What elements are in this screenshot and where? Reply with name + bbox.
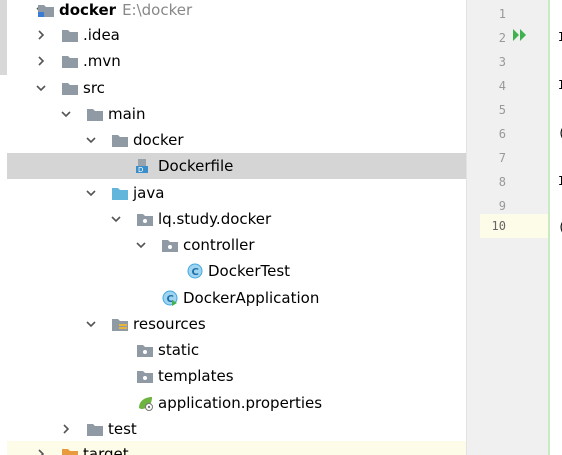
tree-item-dockertest[interactable]: C DockerTest — [7, 258, 466, 284]
tree-item-templates[interactable]: templates — [7, 363, 466, 389]
tree-item-label: src — [83, 79, 105, 97]
tree-item-static[interactable]: static — [7, 337, 466, 363]
tree-item-label: Dockerfile — [158, 157, 234, 175]
spring-properties-icon — [136, 395, 154, 411]
java-class-icon: C — [186, 263, 204, 279]
folder-icon — [61, 80, 79, 96]
folder-icon — [86, 106, 104, 122]
panel-splitter[interactable] — [466, 0, 480, 455]
chevron-down-icon[interactable] — [85, 187, 97, 199]
tree-item-src[interactable]: src — [7, 75, 466, 101]
tree-item-label: resources — [133, 315, 206, 333]
tree-item-dockerfile[interactable]: D Dockerfile — [7, 153, 466, 179]
tree-root-path: E:\docker — [122, 1, 193, 19]
chevron-down-icon[interactable] — [110, 213, 122, 225]
tree-item-test[interactable]: test — [7, 416, 466, 442]
code-fragment: ( — [558, 126, 562, 140]
folder-icon — [61, 53, 79, 69]
tree-item-label: main — [108, 105, 146, 123]
chevron-down-icon[interactable] — [60, 108, 72, 120]
tree-item-label: target — [83, 445, 129, 455]
code-fragment: I — [558, 174, 562, 188]
tree-item-idea[interactable]: .idea — [7, 22, 466, 48]
folder-icon — [111, 132, 129, 148]
chevron-down-icon[interactable] — [85, 134, 97, 146]
tree-item-label: docker — [133, 131, 184, 149]
line-number: 9 — [498, 199, 506, 213]
chevron-down-icon[interactable] — [85, 318, 97, 330]
tree-item-label: lq.study.docker — [158, 210, 272, 228]
tree-item-application-properties[interactable]: application.properties — [7, 390, 466, 416]
package-icon — [161, 237, 179, 253]
tree-item-dockerapplication[interactable]: C DockerApplication — [7, 285, 466, 311]
excluded-folder-icon — [61, 446, 79, 455]
tree-item-controller[interactable]: controller — [7, 232, 466, 258]
folder-icon — [61, 27, 79, 43]
chevron-right-icon[interactable] — [60, 423, 72, 435]
spring-boot-class-icon: C — [161, 290, 179, 306]
module-folder-icon — [37, 2, 55, 18]
line-number: 3 — [498, 55, 506, 69]
line-number: 7 — [498, 151, 506, 165]
package-icon — [136, 211, 154, 227]
code-fragment: I — [558, 30, 562, 44]
tree-item-label: application.properties — [158, 394, 323, 412]
chevron-right-icon[interactable] — [35, 55, 47, 67]
tree-item-label: templates — [158, 367, 234, 385]
tree-item-target[interactable]: target — [7, 441, 466, 455]
code-fragment: I — [558, 78, 562, 92]
dockerfile-icon: D — [135, 158, 153, 174]
line-number: 2 — [498, 31, 506, 45]
run-icon[interactable] — [512, 28, 528, 46]
tree-item-docker-folder[interactable]: docker — [7, 127, 466, 153]
resources-folder-icon — [111, 316, 129, 332]
tree-item-label: .mvn — [83, 52, 121, 70]
chevron-right-icon[interactable] — [35, 448, 47, 455]
folder-icon — [136, 368, 154, 384]
line-number-current: 10 — [491, 219, 506, 233]
line-number: 8 — [498, 175, 506, 189]
tree-item-label: DockerApplication — [183, 289, 320, 307]
svg-text:C: C — [192, 267, 199, 278]
tree-root-label: docker E:\docker — [59, 1, 193, 19]
tree-item-root[interactable]: docker E:\docker — [7, 0, 466, 23]
tree-item-java[interactable]: java — [7, 180, 466, 206]
line-number: 6 — [498, 127, 506, 141]
tree-scrollbar[interactable] — [0, 0, 7, 75]
tree-item-main[interactable]: main — [7, 101, 466, 127]
tree-item-resources[interactable]: resources — [7, 311, 466, 337]
tree-item-label: .idea — [83, 26, 120, 44]
chevron-down-icon[interactable] — [35, 82, 47, 94]
tree-item-mvn[interactable]: .mvn — [7, 48, 466, 74]
source-folder-icon — [111, 185, 129, 201]
tree-item-package[interactable]: lq.study.docker — [7, 206, 466, 232]
folder-icon — [86, 421, 104, 437]
chevron-right-icon[interactable] — [35, 29, 47, 41]
tree-item-label: java — [133, 184, 165, 202]
project-tree-panel: docker E:\docker .idea .mvn src main doc… — [0, 0, 466, 455]
tree-item-label: static — [158, 341, 200, 359]
line-number: 5 — [498, 103, 506, 117]
folder-icon — [136, 342, 154, 358]
line-number: 4 — [498, 79, 506, 93]
tree-item-label: DockerTest — [208, 262, 291, 280]
code-fragment: ( — [558, 220, 562, 234]
tree-item-label: controller — [183, 236, 255, 254]
svg-text:D: D — [138, 166, 143, 174]
chevron-down-icon[interactable] — [135, 239, 147, 251]
tree-item-label: test — [108, 420, 137, 438]
line-number: 1 — [498, 7, 506, 21]
